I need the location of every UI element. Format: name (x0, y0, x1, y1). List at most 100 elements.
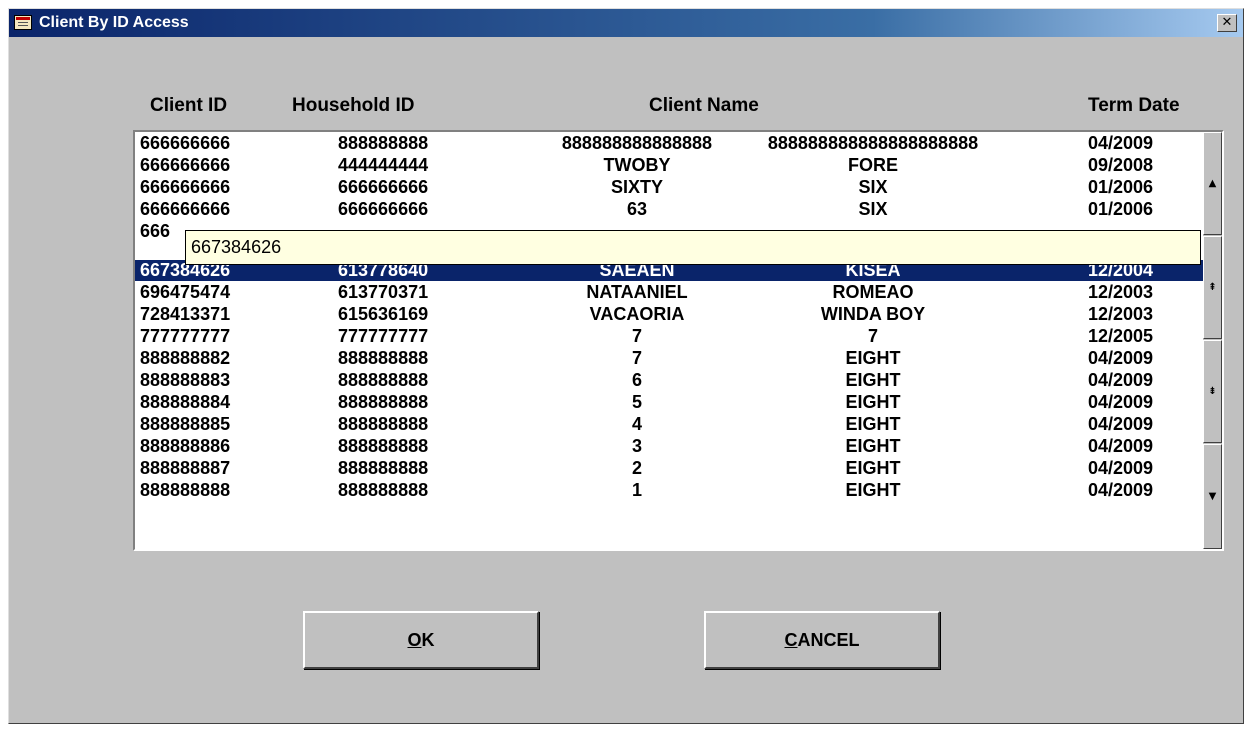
cell-term-date: 04/2009 (1088, 414, 1154, 434)
cell-term-date: 12/2005 (1088, 326, 1154, 346)
cell-term-date: 12/2003 (1088, 282, 1154, 302)
cell-client-id: 666666666 (140, 199, 231, 219)
cell-first-name: 3 (631, 436, 642, 456)
cell-last-name: EIGHT (845, 480, 901, 500)
title-bar[interactable]: Client By ID Access ✕ (9, 9, 1243, 37)
table-row[interactable]: 666666666 444444444 TWOBY FORE 09/2008 (135, 155, 1203, 176)
cell-first-name: 1 (631, 480, 642, 500)
cell-term-date: 04/2009 (1088, 458, 1154, 478)
page-up-button[interactable]: ⇞ (1203, 236, 1222, 339)
cell-last-name: EIGHT (845, 370, 901, 390)
ok-label: K (421, 630, 435, 650)
cell-household-id: 777777777 (338, 326, 429, 346)
cell-last-name: 888888888888888888888 (767, 133, 979, 153)
cell-client-id: 666666666 (140, 155, 231, 175)
cell-household-id: 888888888 (338, 348, 429, 368)
cell-first-name: TWOBY (603, 155, 671, 175)
cell-client-id: 696475474 (140, 282, 231, 302)
cell-household-id: 888888888 (338, 133, 429, 153)
scroll-up-button[interactable]: ▲ (1203, 132, 1222, 235)
cell-last-name: EIGHT (845, 458, 901, 478)
table-row[interactable]: 666666666 666666666 SIXTY SIX 01/2006 (135, 177, 1203, 198)
window-title: Client By ID Access (39, 14, 189, 31)
table-row[interactable]: 777777777 777777777 7 7 12/2005 (135, 326, 1203, 347)
cell-first-name: 888888888888888 (561, 133, 713, 153)
cell-term-date: 01/2006 (1088, 199, 1154, 219)
cell-first-name: SIXTY (610, 177, 663, 197)
column-header-term-date: Term Date (1088, 95, 1180, 116)
table-row[interactable]: 888888884 888888888 5 EIGHT 04/2009 (135, 392, 1203, 413)
cell-household-id: 888888888 (338, 436, 429, 456)
cell-last-name: SIX (858, 177, 888, 197)
cell-household-id: 444444444 (338, 155, 429, 175)
table-row[interactable]: 666666666 666666666 63 SIX 01/2006 (135, 199, 1203, 220)
client-listbox[interactable]: 666666666 888888888 888888888888888 8888888… (133, 130, 1224, 551)
table-row[interactable]: 888888882 888888888 7 EIGHT 04/2009 (135, 348, 1203, 369)
cell-term-date: 04/2009 (1088, 392, 1154, 412)
cell-household-id: 615636169 (338, 304, 429, 324)
table-row[interactable]: 666666666 888888888 888888888888888 8888888… (135, 133, 1203, 154)
ok-button[interactable]: OK (303, 611, 539, 669)
cell-term-date: 04/2009 (1088, 370, 1154, 390)
ok-mnemonic: O (407, 630, 422, 650)
page-down-button[interactable]: ⇟ (1203, 340, 1222, 443)
cell-term-date: 01/2006 (1088, 177, 1154, 197)
table-row[interactable]: 888888887 888888888 2 EIGHT 04/2009 (135, 458, 1203, 479)
cell-household-id: 888888888 (338, 414, 429, 434)
cell-first-name: NATAANIEL (586, 282, 688, 302)
cancel-mnemonic: C (784, 630, 798, 650)
cell-first-name: 4 (631, 414, 642, 434)
cell-last-name: WINDA BOY (820, 304, 926, 324)
cell-term-date: 04/2009 (1088, 480, 1154, 500)
cell-client-id: 888888886 (140, 436, 231, 456)
cell-first-name: 6 (631, 370, 642, 390)
app-window-icon (14, 15, 32, 30)
cancel-button[interactable]: CANCEL (704, 611, 940, 669)
cell-term-date: 12/2003 (1088, 304, 1154, 324)
cell-first-name: 7 (631, 348, 642, 368)
cell-first-name: 2 (631, 458, 642, 478)
cell-household-id: 888888888 (338, 480, 429, 500)
cell-client-id: 888888888 (140, 480, 231, 500)
cell-client-id: 728413371 (140, 304, 231, 324)
page-up-icon: ⇞ (1208, 281, 1217, 293)
table-row[interactable]: 888888886 888888888 3 EIGHT 04/2009 (135, 436, 1203, 457)
table-row[interactable]: 888888883 888888888 6 EIGHT 04/2009 (135, 370, 1203, 391)
cell-client-id: 888888885 (140, 414, 231, 434)
cell-household-id: 613770371 (338, 282, 429, 302)
client-id-tooltip: 667384626 (185, 230, 1201, 265)
column-header-household-id: Household ID (292, 95, 415, 116)
cell-first-name: 63 (626, 199, 648, 219)
scroll-up-icon: ▲ (1208, 177, 1217, 189)
cell-last-name: SIX (858, 199, 888, 219)
scroll-down-button[interactable]: ▼ (1203, 444, 1222, 549)
column-header-client-name: Client Name (649, 95, 759, 116)
vertical-scrollbar[interactable]: ▲ ⇞ ⇟ ▼ (1203, 132, 1222, 549)
cell-client-id: 888888884 (140, 392, 231, 412)
cell-last-name: EIGHT (845, 392, 901, 412)
page-down-icon: ⇟ (1208, 385, 1217, 397)
cell-client-id: 888888887 (140, 458, 231, 478)
cell-client-id: 888888882 (140, 348, 231, 368)
cell-term-date: 04/2009 (1088, 436, 1154, 456)
cell-household-id: 888888888 (338, 392, 429, 412)
cell-household-id: 888888888 (338, 458, 429, 478)
cell-term-date: 09/2008 (1088, 155, 1154, 175)
table-row[interactable]: 728413371 615636169 VACAORIA WINDA BOY 12/20… (135, 304, 1203, 325)
cell-first-name: 5 (631, 392, 642, 412)
table-row[interactable]: 888888885 888888888 4 EIGHT 04/2009 (135, 414, 1203, 435)
cell-last-name: FORE (847, 155, 898, 175)
cell-term-date: 04/2009 (1088, 348, 1154, 368)
table-row[interactable]: 696475474 613770371 NATAANIEL ROMEAO 12/2003 (135, 282, 1203, 303)
table-row[interactable]: 888888888 888888888 1 EIGHT 04/2009 (135, 480, 1203, 501)
cell-last-name: EIGHT (845, 414, 901, 434)
cell-household-id: 888888888 (338, 370, 429, 390)
cancel-label: ANCEL (797, 630, 860, 650)
close-button[interactable]: ✕ (1217, 14, 1237, 32)
cell-last-name: 7 (867, 326, 878, 346)
cell-client-id: 666666666 (140, 177, 231, 197)
cell-client-id: 666666666 (140, 133, 231, 153)
cell-last-name: EIGHT (845, 348, 901, 368)
cell-client-id: 888888883 (140, 370, 231, 390)
cell-last-name: EIGHT (845, 436, 901, 456)
